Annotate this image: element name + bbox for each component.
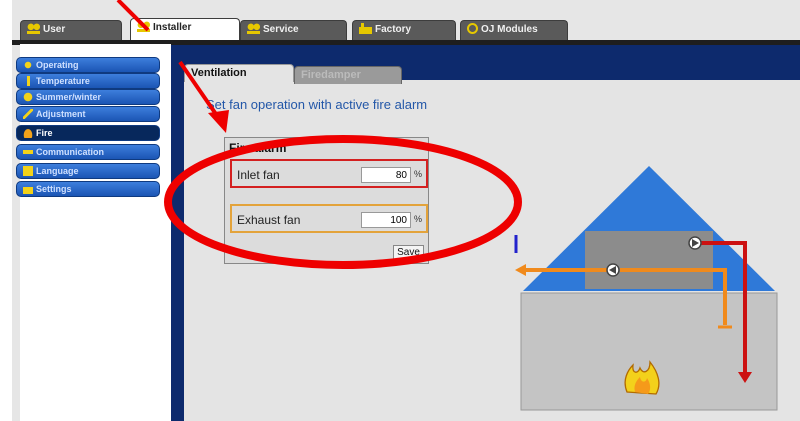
language-icon [23,166,33,176]
exhaust-fan-label: Exhaust fan [237,213,301,227]
sidebar-item-fire[interactable]: Fire [16,125,160,141]
tab-factory[interactable]: Factory [352,20,456,40]
oj-modules-icon [467,23,478,34]
tab-user[interactable]: User [20,20,122,40]
inlet-fan-unit: % [414,169,423,179]
sidebar-item-label: Communication [36,147,105,157]
tab-oj-modules-label: OJ Modules [481,24,538,35]
sidebar-item-label: Language [36,166,79,176]
sidebar-item-summer-winter[interactable]: Summer/winter [16,89,160,105]
thermometer-icon [23,76,33,86]
fire-alarm-title: Fire alarm [229,141,287,155]
service-icon [247,23,260,34]
sidebar-item-label: Fire [36,128,53,138]
settings-icon [23,184,33,194]
sidebar-item-label: Temperature [36,76,90,86]
tab-oj-modules[interactable]: OJ Modules [460,20,568,40]
sun-icon [23,92,33,102]
inlet-fan-label: Inlet fan [237,168,280,182]
tab-ventilation[interactable]: Ventilation [184,64,294,82]
tab-firedamper[interactable]: Firedamper [294,66,402,84]
exhaust-fan-unit: % [414,214,423,224]
tab-factory-label: Factory [375,24,412,35]
tab-installer[interactable]: Installer [130,18,240,41]
adjustment-icon [23,109,33,119]
sidebar-item-label: Adjustment [36,109,86,119]
sidebar-item-label: Settings [36,184,72,194]
inlet-fan-input[interactable] [361,167,411,183]
sidebar-item-settings[interactable]: Settings [16,181,160,197]
installer-icon [137,21,150,32]
fire-icon [23,128,33,138]
sidebar-item-label: Summer/winter [36,92,102,102]
page-title: Set fan operation with active fire alarm [206,97,428,112]
sidebar-item-communication[interactable]: Communication [16,144,160,160]
operating-icon [23,60,33,70]
exhaust-fan-input[interactable] [361,212,411,228]
tab-installer-label: Installer [153,22,192,33]
tab-user-label: User [43,24,66,35]
sidebar-item-adjustment[interactable]: Adjustment [16,106,160,122]
user-icon [27,23,40,34]
tab-service[interactable]: Service [240,20,347,40]
inlet-fan-row: Inlet fan % [230,159,428,188]
sidebar-item-label: Operating [36,60,79,70]
save-button[interactable]: Save [393,245,424,261]
sidebar-item-temperature[interactable]: Temperature [16,73,160,89]
communication-icon [23,147,33,157]
sidebar-item-operating[interactable]: Operating [16,57,160,73]
tab-service-label: Service [263,24,299,35]
factory-icon [359,23,372,34]
exhaust-fan-row: Exhaust fan % [230,204,428,233]
sidebar-item-language[interactable]: Language [16,163,160,179]
